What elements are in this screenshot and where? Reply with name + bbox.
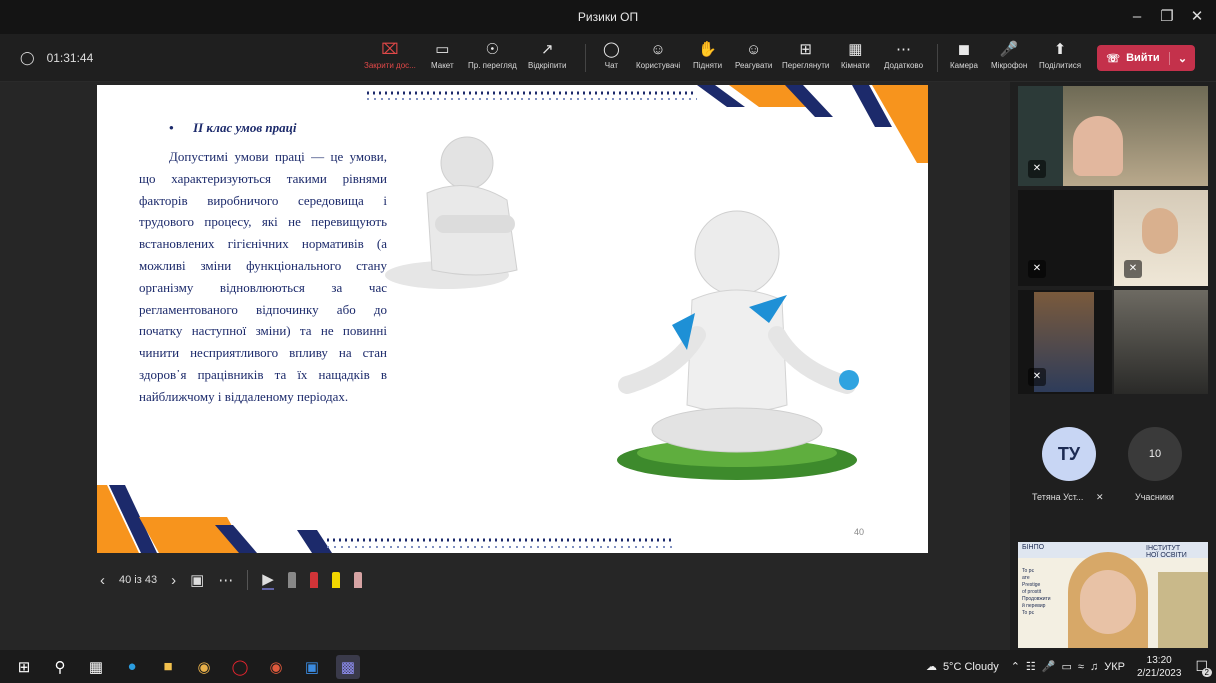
cloud-icon: ☁ xyxy=(925,661,937,673)
preview-button[interactable]: ☉ Пр. перегляд xyxy=(468,39,517,70)
system-tray: ☁ 5°C Cloudy ⌃ ☷ 🎤 ▭ ≈ ♫ УКР 13:20 2/21/… xyxy=(925,650,1212,683)
battery-icon[interactable]: ▭ xyxy=(1062,660,1072,673)
participant-avatar[interactable]: ТУ xyxy=(1042,427,1096,481)
language-indicator[interactable]: УКР xyxy=(1104,661,1125,673)
share-icon: ⬆ xyxy=(1053,41,1067,58)
network-icon[interactable]: ☷ xyxy=(1026,660,1036,673)
muted-mic-icon: ✕ xyxy=(1095,492,1104,502)
slide-page-number: 40 xyxy=(853,527,864,537)
view-icon: ⊞ xyxy=(799,41,812,58)
sad-figure-illustration xyxy=(385,136,518,289)
previous-slide-icon[interactable]: ‹ xyxy=(100,572,105,589)
camera-icon: ◼ xyxy=(957,41,971,58)
slide-navigation: ‹ 40 із 43 › ▣ ⋯ ▶ xyxy=(100,568,362,592)
muted-mic-icon: ✕ xyxy=(1028,260,1046,278)
clock[interactable]: 13:20 2/21/2023 xyxy=(1137,654,1182,680)
camera-button[interactable]: ◼ Камера xyxy=(950,39,978,70)
participant-video-1[interactable]: ✕ xyxy=(1018,86,1208,186)
chat-icon: ◯ xyxy=(603,41,620,58)
mic-tray-icon[interactable]: 🎤 xyxy=(1042,660,1056,673)
raise-hand-icon: ✋ xyxy=(698,41,717,58)
participant-video-4[interactable]: ✕ xyxy=(1018,290,1112,394)
minimize-icon[interactable]: – xyxy=(1122,6,1152,28)
next-slide-icon[interactable]: › xyxy=(171,572,176,589)
popout-icon: ↗ xyxy=(540,41,554,58)
eraser-icon[interactable] xyxy=(353,572,362,588)
windows-start-icon[interactable]: ⊞ xyxy=(12,655,36,679)
grid-view-icon[interactable]: ▣ xyxy=(190,571,204,589)
chevron-down-icon[interactable]: ⌄ xyxy=(1169,51,1195,65)
slide-position: 40 із 43 xyxy=(119,574,158,586)
weather-text[interactable]: 5°C Cloudy xyxy=(943,661,999,673)
file-explorer-icon[interactable]: ■ xyxy=(156,655,180,679)
react-icon: ☺ xyxy=(746,41,762,58)
shield-icon: ◯ xyxy=(20,50,35,65)
participant-video-3[interactable]: ✕ xyxy=(1114,190,1208,286)
participant-video-5[interactable] xyxy=(1114,290,1208,394)
view-button[interactable]: ⊞ Переглянути xyxy=(782,39,829,70)
chrome-icon[interactable]: ◉ xyxy=(192,655,216,679)
edge-icon[interactable]: ● xyxy=(120,655,144,679)
layout-icon: ▭ xyxy=(435,41,450,58)
opera-icon[interactable]: ◯ xyxy=(228,655,252,679)
slide-body-text: Допустимі умови праці — це умови, що хар… xyxy=(139,149,387,404)
react-button[interactable]: ☺ Реагувати xyxy=(735,39,772,70)
laser-pointer-icon[interactable]: ▶ xyxy=(262,570,274,590)
meeting-timer: ◯ 01:31:44 xyxy=(20,50,93,66)
close-share-button[interactable]: ⌧ Закрити дос... xyxy=(364,39,416,70)
people-button[interactable]: ☺ Користувачі xyxy=(636,39,680,70)
task-view-icon[interactable]: ▦ xyxy=(84,655,108,679)
muted-mic-icon: ✕ xyxy=(1028,160,1046,178)
volume-icon[interactable]: ♫ xyxy=(1090,661,1098,673)
people-icon: ☺ xyxy=(650,41,666,58)
title-bar: Ризики ОП – ❐ ✕ xyxy=(0,0,1216,34)
participant-video-2[interactable]: ✕ xyxy=(1018,190,1112,286)
search-icon[interactable]: ⚲ xyxy=(48,655,72,679)
windows-taskbar: ⊞ ⚲ ▦ ● ■ ◉ ◯ ◉ ▣ ▩ ☁ 5°C Cloudy ⌃ ☷ 🎤 ▭… xyxy=(0,650,1216,683)
highlighter-yellow-icon[interactable] xyxy=(331,572,340,588)
raise-hand-button[interactable]: ✋ Підняти xyxy=(693,39,722,70)
media-app-icon[interactable]: ▣ xyxy=(300,655,324,679)
layout-button[interactable]: ▭ Макет xyxy=(431,39,454,70)
elapsed-time: 01:31:44 xyxy=(46,51,94,65)
maximize-icon[interactable]: ❐ xyxy=(1152,6,1182,28)
teams-icon[interactable]: ▩ xyxy=(336,654,360,679)
participant-name: Тетяна Уст... ✕ xyxy=(1032,492,1104,502)
institute-heading: ІНСТИТУТ НОЇ ОСВІТИ xyxy=(1146,545,1187,559)
phone-icon: ☏ xyxy=(1106,52,1121,65)
chrome-profile-icon[interactable]: ◉ xyxy=(264,655,288,679)
participants-count-avatar[interactable]: 10 xyxy=(1128,427,1182,481)
meditating-figure-illustration xyxy=(617,210,859,480)
popout-button[interactable]: ↗ Відкріпити xyxy=(528,39,566,70)
wifi-icon[interactable]: ≈ xyxy=(1078,661,1084,673)
rooms-icon: ▦ xyxy=(848,41,863,58)
pen-red-icon[interactable] xyxy=(309,572,318,588)
close-share-icon: ⌧ xyxy=(381,41,399,58)
mic-button[interactable]: 🎤 Мікрофон xyxy=(991,39,1027,70)
muted-mic-icon: ✕ xyxy=(1028,368,1046,386)
notification-icon[interactable]: ☐ 2 xyxy=(1195,658,1212,677)
more-options-icon[interactable]: ⋯ xyxy=(218,571,233,589)
rooms-button[interactable]: ▦ Кімнати xyxy=(841,39,870,70)
slide-bullet-heading: • ІІ клас умов праці xyxy=(169,120,297,135)
meeting-toolbar: ◯ 01:31:44 ⌧ Закрити дос... ▭ Макет ☉ Пр… xyxy=(0,34,1216,82)
tray-chevron-icon[interactable]: ⌃ xyxy=(1011,660,1020,673)
leave-button[interactable]: ☏ Вийти ⌄ xyxy=(1097,45,1195,71)
pen-gray-icon[interactable] xyxy=(287,572,296,588)
mic-icon: 🎤 xyxy=(999,41,1019,58)
muted-mic-icon: ✕ xyxy=(1124,260,1142,278)
presenter-video[interactable]: БІНПО ІНСТИТУТ НОЇ ОСВІТИ To рє ате Pres… xyxy=(1018,542,1208,648)
preview-icon: ☉ xyxy=(485,41,500,58)
chat-button[interactable]: ◯ Чат xyxy=(603,39,620,70)
more-icon: ⋯ xyxy=(896,41,912,58)
presentation-slide: • ІІ клас умов праці Допустимі умови пра… xyxy=(97,85,928,553)
share-button[interactable]: ⬆ Поділитися xyxy=(1039,39,1081,70)
institute-logo: БІНПО xyxy=(1022,544,1045,551)
participants-label: Учасники xyxy=(1135,492,1174,502)
window-title: Ризики ОП xyxy=(577,10,639,24)
more-button[interactable]: ⋯ Додатково xyxy=(884,39,923,70)
close-icon[interactable]: ✕ xyxy=(1182,6,1212,28)
